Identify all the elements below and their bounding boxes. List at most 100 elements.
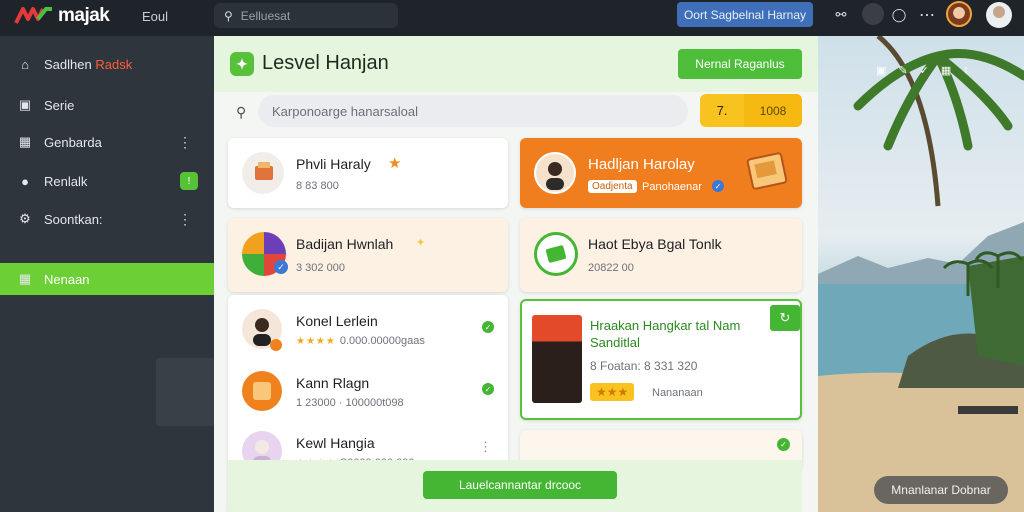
card-tag: Oadjenta xyxy=(588,180,637,193)
sidebar: ⌂ Sadlhen Radsk ▣ Serie ▦ Genbarda ⋮ ● R… xyxy=(0,36,214,512)
top-bar: majak Eoul ⚲ Eelluesat Oort Sagbelnal Ha… xyxy=(0,0,1024,36)
card-subtitle: 8 83 800 xyxy=(296,180,339,192)
list-item-title: Konel Lerlein xyxy=(296,313,378,329)
card-item[interactable]: ✓ Badijan Hwnlah ✦ 3 302 000 xyxy=(228,218,508,292)
sidebar-item-label: Nenaan xyxy=(44,271,90,287)
beach-overlay-button[interactable]: Mnanlanar Dobnar xyxy=(874,476,1008,504)
verified-icon: ✓ xyxy=(712,180,724,192)
grid-icon: ▦ xyxy=(18,271,32,286)
card-thumbnail xyxy=(534,232,578,276)
face-avatar[interactable] xyxy=(946,1,972,27)
status-dot xyxy=(270,339,282,351)
expand-icon[interactable]: ▣ xyxy=(876,64,886,77)
kebab-icon[interactable]: ⋮ xyxy=(178,134,192,151)
card-title: Hadljan Harolay xyxy=(588,156,695,173)
check-icon: ✓ xyxy=(482,383,494,395)
check-icon[interactable]: ✓ xyxy=(920,64,929,77)
card-subtitle: 3 302 000 xyxy=(296,262,345,274)
counter-value: 1008 xyxy=(744,94,802,127)
kebab-icon[interactable]: ⋮ xyxy=(479,439,492,455)
brand-logo[interactable]: majak xyxy=(14,5,110,27)
monitor-icon: ▣ xyxy=(18,97,32,112)
sidebar-item-soontkan[interactable]: ⚙ Soontkan: ⋮ xyxy=(0,203,214,235)
header-action-button[interactable]: Nernal Raganlus xyxy=(678,49,802,79)
sidebar-item-label: Serie xyxy=(44,97,75,113)
list-item[interactable]: Konel Lerlein ★★★★ 0.000.00000gaas ✓ xyxy=(228,299,508,359)
sparkle-icon: ✦ xyxy=(416,237,426,249)
dark-avatar[interactable] xyxy=(862,3,884,25)
card-title: Badijan Hwnlah xyxy=(296,236,394,252)
card-subtitle: 8 Foatan: 8 331 320 xyxy=(590,359,698,373)
card-title: Haot Ebya Bgal Tonlk xyxy=(588,236,722,252)
main-header: ✦ Lesvel Hanjan Nernal Raganlus xyxy=(214,36,818,92)
card-thumbnail xyxy=(242,152,284,194)
sidebar-item-label: Genbarda xyxy=(44,134,102,150)
search-input[interactable] xyxy=(258,95,688,127)
list-item-meta: ★★★★ 0.000.00000gaas xyxy=(296,335,425,347)
user-avatar[interactable] xyxy=(986,2,1012,28)
sidebar-item-serie[interactable]: ▣ Serie xyxy=(0,89,214,121)
package-icon xyxy=(255,162,273,180)
ticket-icon xyxy=(545,245,567,263)
list-avatar xyxy=(242,371,282,411)
main-panel: ✦ Lesvel Hanjan Nernal Raganlus ⚲ 7. 100… xyxy=(214,36,818,512)
counter-pill[interactable]: 7. 1008 xyxy=(700,94,802,127)
pin-icon[interactable]: ↕ xyxy=(963,64,969,77)
search-icon: ⚲ xyxy=(236,104,247,120)
certificate-icon xyxy=(746,152,788,190)
edit-icon[interactable]: ✎ xyxy=(898,64,907,77)
counter-number: 7. xyxy=(716,103,728,118)
card-title: Hraakan Hangkar tal Nam Sanditlal xyxy=(590,318,741,350)
top-cta-button[interactable]: Oort Sagbelnal Harnay xyxy=(677,2,813,27)
list-item[interactable]: Kann Rlagn 1 23000 · 100000t098 ✓ xyxy=(228,361,508,421)
more-icon[interactable]: ⋯ xyxy=(918,6,936,24)
rating-label: Nananaan xyxy=(652,387,703,399)
grid-icon[interactable]: ▦ xyxy=(941,64,951,77)
sidebar-item-home[interactable]: ⌂ Sadlhen Radsk xyxy=(0,48,214,80)
top-nav-link[interactable]: Eoul xyxy=(142,9,168,24)
card-photo xyxy=(532,315,582,403)
card-item-featured[interactable]: Hadljan Harolay Oadjenta Panohaenar ✓ xyxy=(520,138,802,208)
page-title: Lesvel Hanjan xyxy=(262,52,389,74)
list-item-title: Kewl Hangia xyxy=(296,435,375,451)
sidebar-item-label: Sadlhen Radsk xyxy=(44,56,133,72)
help-icon[interactable]: ⚯ xyxy=(832,6,850,24)
list-item-title: Kann Rlagn xyxy=(296,375,370,391)
sidebar-item-genbarda[interactable]: ▦ Genbarda ⋮ xyxy=(0,126,214,158)
sidebar-item-renlalk[interactable]: ● Renlalk ! xyxy=(0,165,214,197)
top-search-box[interactable]: ⚲ Eelluesat xyxy=(214,3,398,28)
app-icon: ✦ xyxy=(230,52,254,76)
verified-icon: ✓ xyxy=(274,260,288,274)
home-icon: ⌂ xyxy=(21,56,29,72)
beach-image xyxy=(818,36,1024,512)
sidebar-item-label: Soontkan: xyxy=(44,211,103,227)
sidebar-item-nenaan[interactable]: ▦ Nenaan xyxy=(0,263,214,295)
card-subtitle: 20822 00 xyxy=(588,262,634,274)
sidebar-item-label: Renlalk xyxy=(44,173,88,189)
card-item[interactable]: Haot Ebya Bgal Tonlk 20822 00 xyxy=(520,218,802,292)
card-title: Phvli Haraly xyxy=(296,156,371,172)
notification-badge: ! xyxy=(180,172,198,190)
gift-icon: ▦ xyxy=(18,134,32,149)
beach-scene xyxy=(818,36,1024,512)
rating-badge: ★★★ xyxy=(590,383,635,401)
check-icon: ✓ xyxy=(482,321,494,333)
search-icon: ⚲ xyxy=(224,8,233,23)
settings-icon: ⚙ xyxy=(19,211,31,226)
top-search-text: Eelluesat xyxy=(240,8,291,23)
card-item[interactable]: Phvli Haraly ★ 8 83 800 xyxy=(228,138,508,208)
card-item-selected[interactable]: Hraakan Hangkar tal Nam Sanditlal 8 Foat… xyxy=(520,299,802,420)
chat-icon[interactable]: ◯ xyxy=(890,6,908,24)
card-subtitle: Panohaenar xyxy=(642,181,702,193)
sidebar-preview-tile xyxy=(156,358,214,426)
kebab-icon[interactable]: ⋮ xyxy=(178,211,192,228)
refresh-icon[interactable]: ↻ xyxy=(770,305,800,331)
list-item-meta: 1 23000 · 100000t098 xyxy=(296,397,404,409)
brand-name: majak xyxy=(58,5,110,26)
person-icon xyxy=(546,162,564,190)
star-icon: ★ xyxy=(388,155,402,172)
badge-icon xyxy=(253,382,271,400)
logo-mark-icon xyxy=(14,7,52,24)
beach-toolbar: ▣ ✎ ✓ ▦ ↕ xyxy=(876,64,969,77)
bottom-action-button[interactable]: Lauelcannantar drcooc xyxy=(423,471,617,499)
